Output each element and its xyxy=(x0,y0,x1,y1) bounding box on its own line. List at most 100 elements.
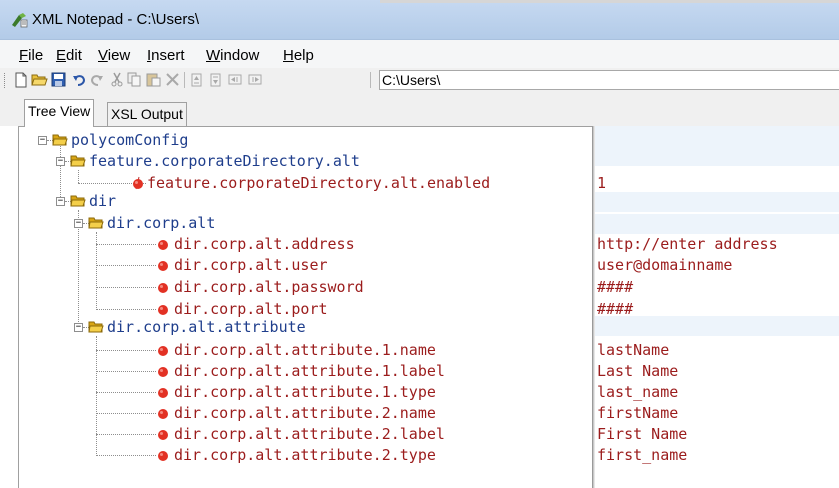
attribute-icon xyxy=(133,176,143,190)
app-window: XML Notepad - C:\Users\ File Edit View I… xyxy=(0,0,839,488)
value-cell[interactable]: #### xyxy=(597,300,633,318)
value-cell[interactable]: First Name xyxy=(597,425,687,443)
tree-connector xyxy=(96,265,156,266)
folder-icon xyxy=(88,217,104,229)
attribute-icon xyxy=(158,430,168,440)
attribute-icon xyxy=(158,240,168,250)
tree-node-attr-2-name[interactable]: dir.corp.alt.attribute.2.name xyxy=(174,404,436,422)
title-bar: XML Notepad - C:\Users\ xyxy=(0,0,839,40)
attribute-icon xyxy=(158,409,168,419)
attribute-icon xyxy=(158,261,168,271)
menu-edit[interactable]: Edit xyxy=(56,47,82,64)
menu-window[interactable]: Window xyxy=(206,47,259,64)
path-field[interactable]: C:\Users\ xyxy=(379,70,839,90)
nudge-down-icon[interactable] xyxy=(207,71,224,88)
tree-node-attr-1-label[interactable]: dir.corp.alt.attribute.1.label xyxy=(174,362,445,380)
tree-node-dir-corp-alt[interactable]: dir.corp.alt xyxy=(107,214,215,232)
folder-icon xyxy=(52,134,68,146)
paste-icon[interactable] xyxy=(145,71,162,88)
value-cell[interactable]: #### xyxy=(597,278,633,296)
collapse-toggle[interactable]: − xyxy=(38,136,47,145)
attribute-icon xyxy=(158,346,168,356)
value-cell[interactable]: user@domainname xyxy=(597,256,732,274)
tree-connector xyxy=(96,309,156,310)
collapse-toggle[interactable]: − xyxy=(56,157,65,166)
nudge-up-icon[interactable] xyxy=(188,71,205,88)
attribute-icon xyxy=(158,367,168,377)
left-margin xyxy=(0,126,18,488)
menu-file[interactable]: File xyxy=(19,47,43,64)
tree-node-address[interactable]: dir.corp.alt.address xyxy=(174,235,355,253)
tree-node-attr-1-type[interactable]: dir.corp.alt.attribute.1.type xyxy=(174,383,436,401)
menu-help[interactable]: Help xyxy=(283,47,314,64)
window-title: XML Notepad - C:\Users\ xyxy=(32,11,199,28)
folder-icon xyxy=(70,195,86,207)
tree-connector xyxy=(96,371,156,372)
tree-connector xyxy=(96,434,156,435)
collapse-toggle[interactable]: − xyxy=(74,219,83,228)
menu-view[interactable]: View xyxy=(98,47,130,64)
tree-node-attr-2-label[interactable]: dir.corp.alt.attribute.2.label xyxy=(174,425,445,443)
title-strip xyxy=(380,0,839,3)
tree-connector xyxy=(96,287,156,288)
nudge-right-icon[interactable] xyxy=(246,71,263,88)
value-cell[interactable]: first_name xyxy=(597,446,687,464)
tree-node-port[interactable]: dir.corp.alt.port xyxy=(174,300,328,318)
value-band xyxy=(595,316,839,336)
tree-node-password[interactable]: dir.corp.alt.password xyxy=(174,278,364,296)
tab-xsl-output[interactable]: XSL Output xyxy=(107,102,187,126)
toolbar-separator xyxy=(184,72,185,88)
xml-notepad-icon xyxy=(12,13,28,28)
attribute-icon xyxy=(158,451,168,461)
folder-icon xyxy=(70,155,86,167)
save-icon[interactable] xyxy=(50,71,67,88)
tree-node-attr-2-type[interactable]: dir.corp.alt.attribute.2.type xyxy=(174,446,436,464)
copy-icon[interactable] xyxy=(126,71,143,88)
attribute-icon xyxy=(158,305,168,315)
collapse-toggle[interactable]: − xyxy=(56,197,65,206)
value-cell[interactable]: http://enter address xyxy=(597,235,778,253)
pane-splitter[interactable] xyxy=(592,126,595,488)
tree-connector xyxy=(78,170,79,183)
redo-icon[interactable] xyxy=(88,71,105,88)
tab-strip: Tree View XSL Output xyxy=(0,92,839,127)
toolbar: C:\Users\ xyxy=(0,68,839,92)
toolbar-separator xyxy=(370,72,371,88)
value-cell[interactable]: firstName xyxy=(597,404,678,422)
collapse-toggle[interactable]: − xyxy=(74,323,83,332)
tree-node-feature-corporatedirectory-alt-enabled[interactable]: feature.corporateDirectory.alt.enabled xyxy=(147,174,490,192)
nudge-left-icon[interactable] xyxy=(226,71,243,88)
tree-node-dir[interactable]: dir xyxy=(89,192,116,210)
menu-bar: File Edit View Insert Window Help xyxy=(0,40,839,68)
tree-connector xyxy=(60,138,61,201)
tree-connector xyxy=(96,244,156,245)
cut-icon[interactable] xyxy=(108,71,125,88)
delete-icon[interactable] xyxy=(164,71,181,88)
tab-tree-view[interactable]: Tree View xyxy=(24,99,95,127)
value-cell[interactable]: last_name xyxy=(597,383,678,401)
new-icon[interactable] xyxy=(12,71,29,88)
tree-connector xyxy=(96,392,156,393)
open-icon[interactable] xyxy=(31,71,48,88)
toolbar-grip[interactable] xyxy=(4,73,6,88)
value-band xyxy=(595,192,839,212)
tree-node-dir-corp-alt-attribute[interactable]: dir.corp.alt.attribute xyxy=(107,318,306,336)
attribute-icon xyxy=(158,283,168,293)
tree-node-feature-corporatedirectory-alt[interactable]: feature.corporateDirectory.alt xyxy=(89,152,360,170)
value-cell[interactable]: 1 xyxy=(597,174,606,192)
tree-connector xyxy=(96,350,156,351)
menu-insert[interactable]: Insert xyxy=(147,47,185,64)
tree-node-user[interactable]: dir.corp.alt.user xyxy=(174,256,328,274)
value-band xyxy=(595,214,839,234)
value-cell[interactable]: lastName xyxy=(597,341,669,359)
tree-connector xyxy=(96,336,97,456)
value-band xyxy=(595,126,839,146)
tree-node-polycomconfig[interactable]: polycomConfig xyxy=(71,131,188,149)
undo-icon[interactable] xyxy=(70,71,87,88)
tree-node-attr-1-name[interactable]: dir.corp.alt.attribute.1.name xyxy=(174,341,436,359)
tree-connector xyxy=(96,413,156,414)
value-cell[interactable]: Last Name xyxy=(597,362,678,380)
attribute-icon xyxy=(158,388,168,398)
tree-connector xyxy=(96,455,156,456)
value-band xyxy=(595,146,839,166)
